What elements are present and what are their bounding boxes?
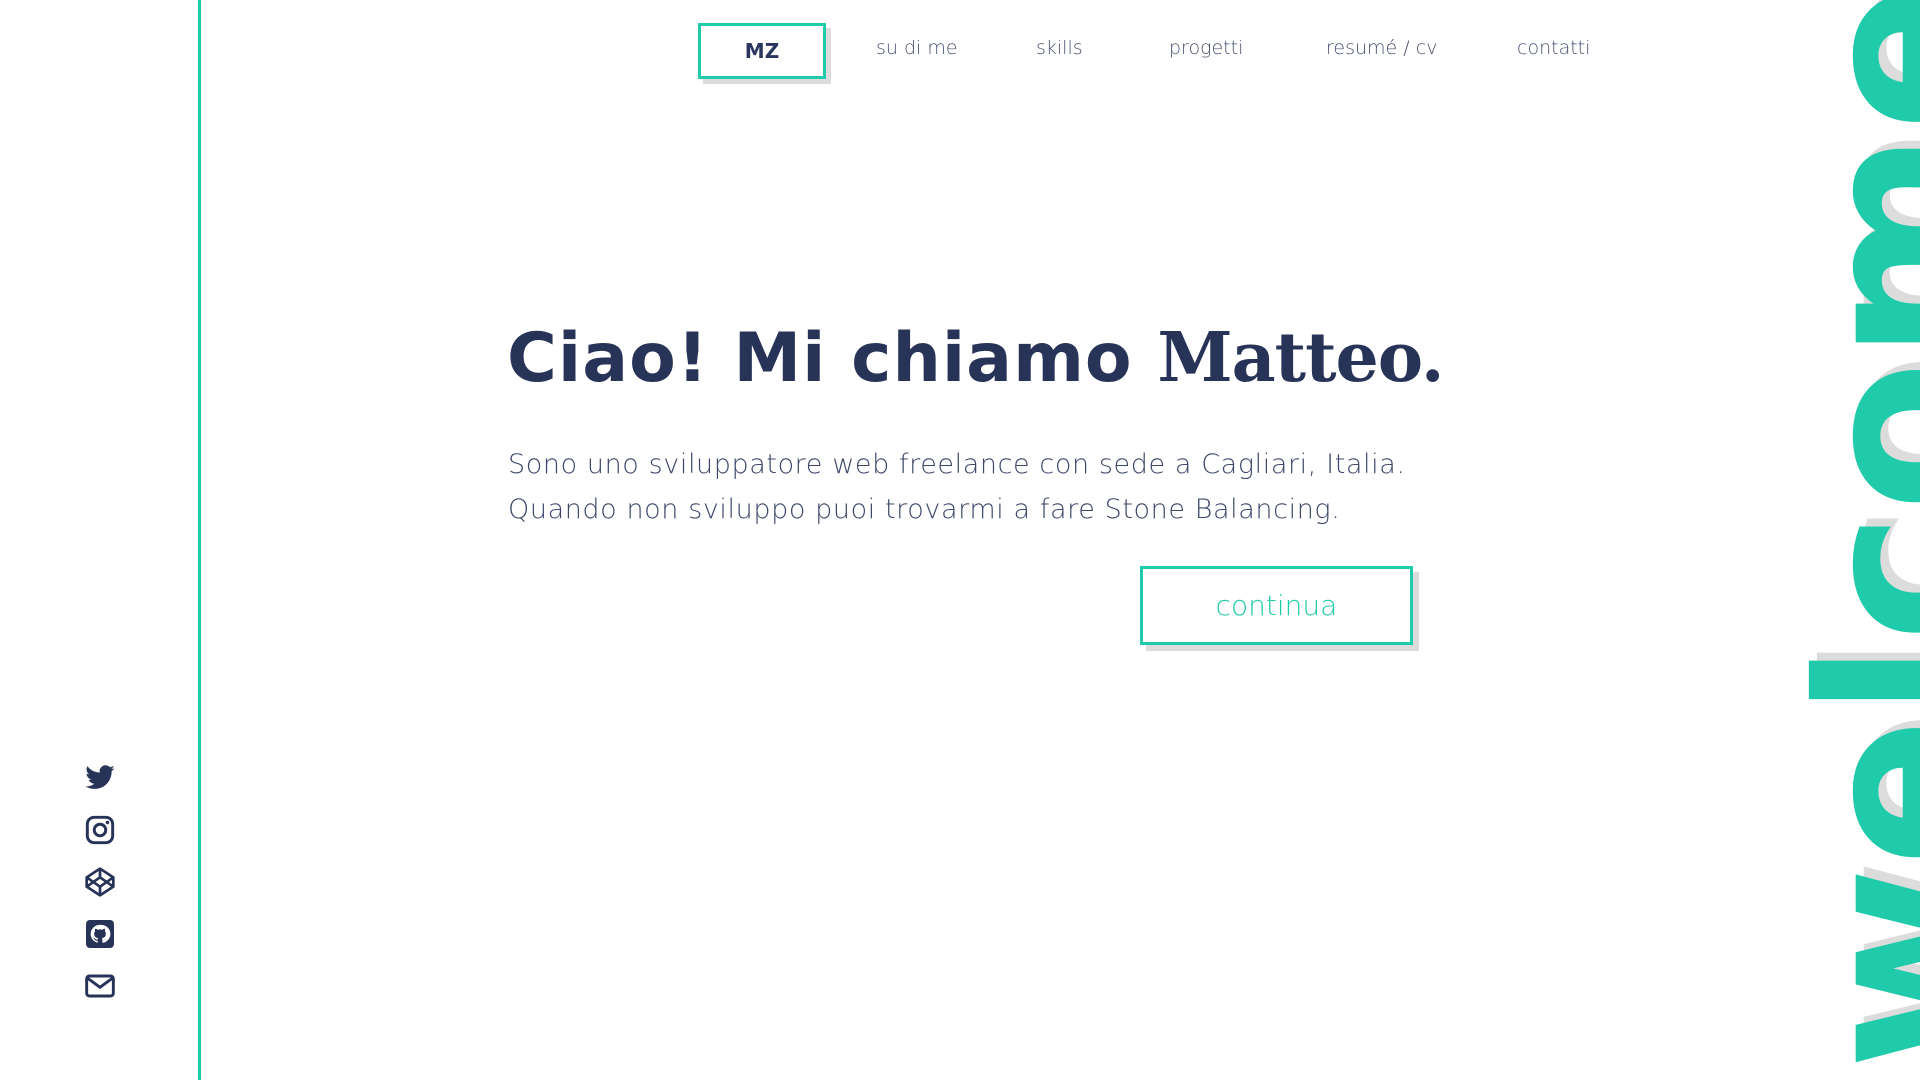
nav-link-su-di-me[interactable]: su di me <box>876 37 958 59</box>
brand-logo-link[interactable]: MZ <box>698 23 826 79</box>
welcome-text: welcome <box>1790 0 1920 1070</box>
email-icon[interactable] <box>84 970 116 1002</box>
instagram-icon[interactable] <box>84 814 116 846</box>
github-icon[interactable] <box>84 918 116 950</box>
welcome-side-banner: welcome <box>1790 0 1920 1080</box>
page: MZ su di me skills progetti resumé / cv … <box>0 0 1920 1080</box>
nav-link-resume-cv[interactable]: resumé / cv <box>1326 37 1437 59</box>
hero-title-greeting: Ciao! Mi chiamo <box>507 319 1133 398</box>
continue-button[interactable]: continua <box>1140 566 1413 645</box>
hero-title-name: Matteo. <box>1157 318 1444 398</box>
hero-title: Ciao! Mi chiamo Matteo. <box>507 318 1445 398</box>
twitter-icon[interactable] <box>84 762 116 794</box>
vertical-divider <box>198 0 201 1080</box>
codepen-icon[interactable] <box>84 866 116 898</box>
social-links <box>84 762 116 1002</box>
nav-link-skills[interactable]: skills <box>1036 37 1083 59</box>
nav-link-contatti[interactable]: contatti <box>1517 37 1590 59</box>
hero-intro: Sono uno sviluppatore web freelance con … <box>508 442 1406 532</box>
nav-link-progetti[interactable]: progetti <box>1169 37 1243 59</box>
hero-intro-line-2: Quando non sviluppo puoi trovarmi a fare… <box>508 494 1341 525</box>
hero-intro-line-1: Sono uno sviluppatore web freelance con … <box>508 449 1406 480</box>
